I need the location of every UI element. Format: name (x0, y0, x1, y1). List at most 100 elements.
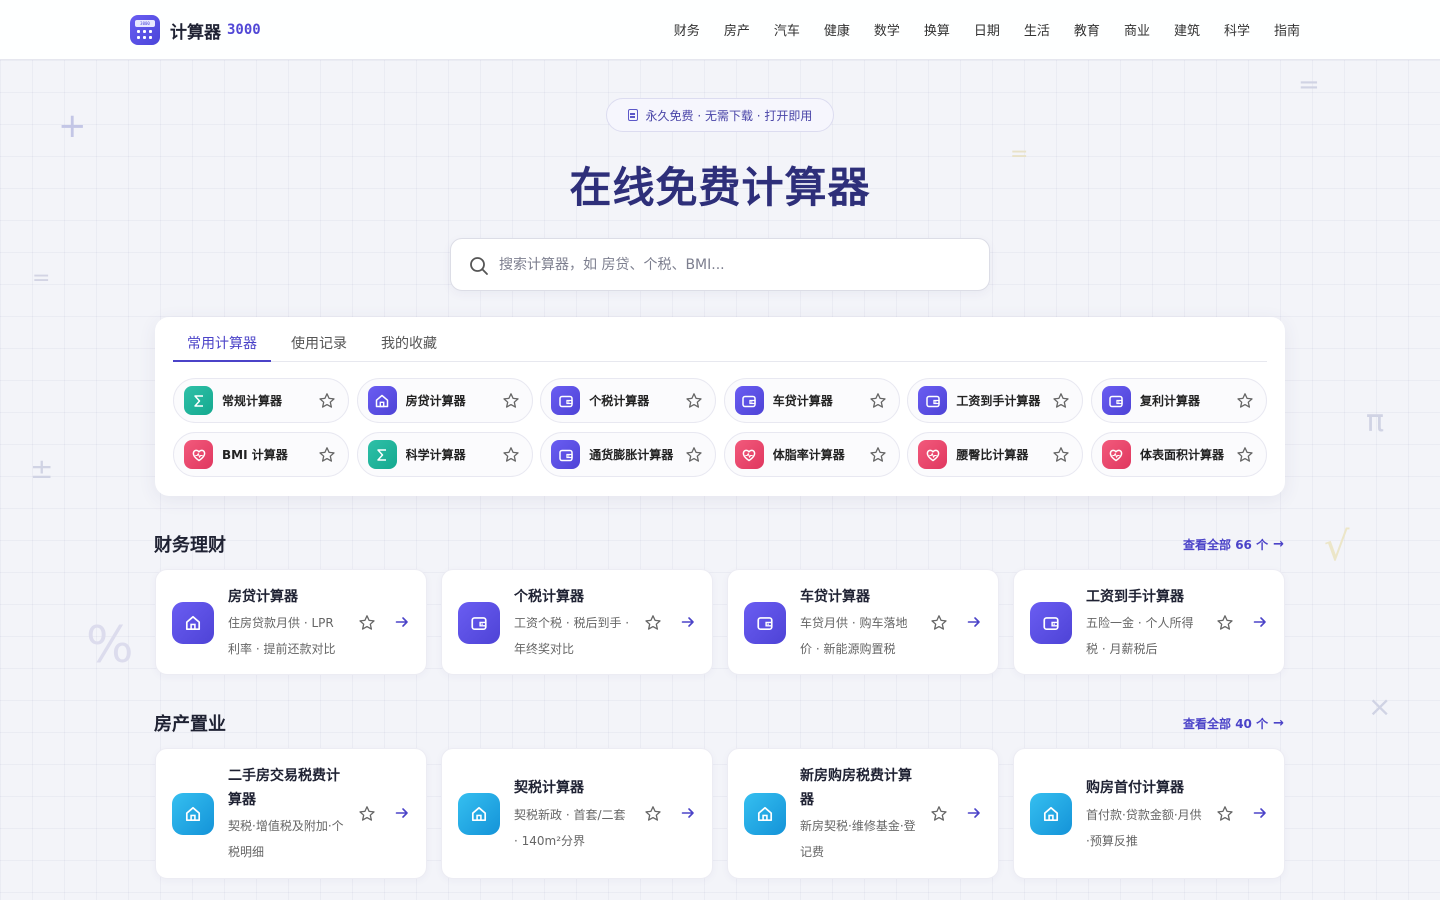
nav-item[interactable]: 换算 (924, 20, 950, 39)
star-icon[interactable] (318, 446, 336, 468)
house-icon (172, 602, 214, 644)
house-icon (172, 793, 214, 835)
star-icon[interactable] (644, 614, 662, 636)
star-icon[interactable] (1236, 446, 1254, 468)
calculator-card[interactable]: 二手房交易税费计算器 契税·增值税及附加·个税明细 (155, 748, 427, 879)
logo-screen-text: 3000 (135, 20, 155, 27)
arrow-right-icon[interactable] (680, 614, 696, 634)
card-description: 新房契税·维修基金·登记费 (800, 819, 916, 859)
star-icon[interactable] (502, 392, 520, 414)
view-all-label: 查看全部 66 个 (1183, 538, 1269, 552)
star-icon[interactable] (930, 805, 948, 827)
quick-calculator-chip[interactable]: 常规计算器 (173, 378, 349, 423)
star-icon[interactable] (930, 614, 948, 636)
nav-item[interactable]: 教育 (1074, 20, 1100, 39)
tab-1[interactable]: 使用记录 (277, 329, 361, 362)
logo[interactable]: 3000 计算器 3000 (130, 15, 261, 45)
nav-item[interactable]: 建筑 (1174, 20, 1200, 39)
card-description: 五险一金 · 个人所得税 · 月薪税后 (1086, 616, 1194, 656)
chip-label: 通货膨胀计算器 (589, 448, 674, 462)
calculator-card[interactable]: 新房购房税费计算器 新房契税·维修基金·登记费 (727, 748, 999, 879)
nav-item[interactable]: 健康 (824, 20, 850, 39)
star-icon[interactable] (1052, 446, 1070, 468)
wallet-icon (551, 440, 581, 469)
top-header: 3000 计算器 3000 财务 房产 汽车 健康 数学 换算 日期 生活 教育 商业 建筑 科学 指南 (0, 0, 1440, 60)
star-icon[interactable] (869, 392, 887, 414)
view-all-label: 查看全部 40 个 (1183, 717, 1269, 731)
quick-calculator-chip[interactable]: 工资到手计算器 (907, 378, 1084, 423)
quick-calculator-chip[interactable]: 体表面积计算器 (1090, 432, 1267, 477)
star-icon[interactable] (358, 614, 376, 636)
star-icon[interactable] (1236, 392, 1254, 414)
view-all-realestate-link[interactable]: 查看全部 40 个 → (1183, 715, 1284, 732)
arrow-right-icon[interactable] (394, 805, 410, 825)
quick-calculator-chip[interactable]: 复利计算器 (1090, 378, 1267, 423)
chip-label: 房贷计算器 (405, 394, 466, 408)
quick-calculator-chip[interactable]: 腰臀比计算器 (907, 432, 1084, 477)
quick-calculator-chip[interactable]: 个税计算器 (540, 378, 717, 423)
star-icon[interactable] (644, 805, 662, 827)
sigma-icon (367, 440, 397, 469)
star-icon[interactable] (1052, 392, 1070, 414)
card-description: 工资个税 · 税后到手 · 年终奖对比 (514, 616, 630, 656)
sigma-icon (184, 386, 213, 415)
star-icon[interactable] (358, 805, 376, 827)
arrow-right-icon[interactable] (966, 614, 982, 634)
search-input[interactable] (499, 251, 969, 279)
card-title: 工资到手计算器 (1086, 589, 1184, 605)
arrow-right-icon[interactable] (394, 614, 410, 634)
nav-item[interactable]: 房产 (724, 20, 750, 39)
quick-calculator-chip[interactable]: 体脂率计算器 (723, 432, 900, 477)
calculator-card[interactable]: 购房首付计算器 首付款·贷款金额·月供·预算反推 (1013, 748, 1285, 879)
view-all-finance-link[interactable]: 查看全部 66 个 → (1183, 536, 1284, 553)
nav-item[interactable]: 生活 (1024, 20, 1050, 39)
house-icon (458, 793, 500, 835)
tab-2[interactable]: 我的收藏 (367, 329, 451, 362)
nav-item[interactable]: 科学 (1224, 20, 1250, 39)
star-icon[interactable] (869, 446, 887, 468)
arrow-right-icon[interactable] (680, 805, 696, 825)
percent-decoration-icon: % (86, 616, 134, 674)
card-title: 车贷计算器 (800, 589, 870, 605)
quick-tabs: 常用计算器 使用记录 我的收藏 (173, 329, 1267, 362)
arrow-right-icon[interactable] (966, 805, 982, 825)
main-nav: 财务 房产 汽车 健康 数学 换算 日期 生活 教育 商业 建筑 科学 指南 (650, 20, 1300, 39)
nav-item[interactable]: 数学 (874, 20, 900, 39)
quick-calculator-chip[interactable]: 科学计算器 (356, 432, 533, 477)
arrow-right-icon[interactable] (1252, 805, 1268, 825)
section-title-realestate: 房产置业 (154, 714, 226, 735)
arrow-right-icon[interactable] (1252, 614, 1268, 634)
quick-chips: 常规计算器 房贷计算器 个税计算器 车贷计算器 工资到手计算器 复利计算器 BMI 计算器 科… (173, 378, 1267, 477)
nav-item[interactable]: 日期 (974, 20, 1000, 39)
calculator-card[interactable]: 工资到手计算器五险一金 · 个人所得税 · 月薪税后 (1013, 569, 1285, 675)
nav-item[interactable]: 财务 (674, 20, 700, 39)
finance-cards: 房贷计算器 住房贷款月供 · LPR 利率 · 提前还款对比 个税计算器 工资个税 ·… (155, 569, 1285, 675)
card-title: 二手房交易税费计算器 (228, 768, 340, 808)
wallet-icon (1101, 386, 1131, 415)
times-decoration-icon: × (1368, 690, 1392, 723)
calculator-card[interactable]: 房贷计算器 住房贷款月供 · LPR 利率 · 提前还款对比 (155, 569, 427, 675)
calculator-card[interactable]: 车贷计算器 车贷月供 · 购车落地价 · 新能源购置税 (727, 569, 999, 675)
nav-item[interactable]: 指南 (1274, 20, 1300, 39)
wallet-icon (734, 386, 764, 415)
card-description: 首付款·贷款金额·月供·预算反推 (1086, 808, 1202, 848)
nav-item[interactable]: 汽车 (774, 20, 800, 39)
star-icon[interactable] (685, 392, 703, 414)
star-icon[interactable] (502, 446, 520, 468)
star-icon[interactable] (318, 392, 336, 414)
quick-calculator-chip[interactable]: 通货膨胀计算器 (540, 432, 717, 477)
star-icon[interactable] (1216, 614, 1234, 636)
card-title: 契税计算器 (514, 780, 584, 796)
equals-decoration-icon: = (1298, 70, 1320, 100)
quick-calculator-chip[interactable]: 车贷计算器 (723, 378, 900, 423)
quick-calculator-chip[interactable]: BMI 计算器 (173, 432, 349, 477)
tab-0[interactable]: 常用计算器 (173, 329, 271, 362)
star-icon[interactable] (1216, 805, 1234, 827)
pi-decoration-icon: π (1366, 404, 1385, 439)
calculator-card[interactable]: 个税计算器 工资个税 · 税后到手 · 年终奖对比 (441, 569, 713, 675)
quick-calculator-chip[interactable]: 房贷计算器 (356, 378, 533, 423)
wallet-icon (551, 386, 581, 415)
star-icon[interactable] (685, 446, 703, 468)
nav-item[interactable]: 商业 (1124, 20, 1150, 39)
calculator-card[interactable]: 契税计算器 契税新政 · 首套/二套 · 140m²分界 (441, 748, 713, 879)
